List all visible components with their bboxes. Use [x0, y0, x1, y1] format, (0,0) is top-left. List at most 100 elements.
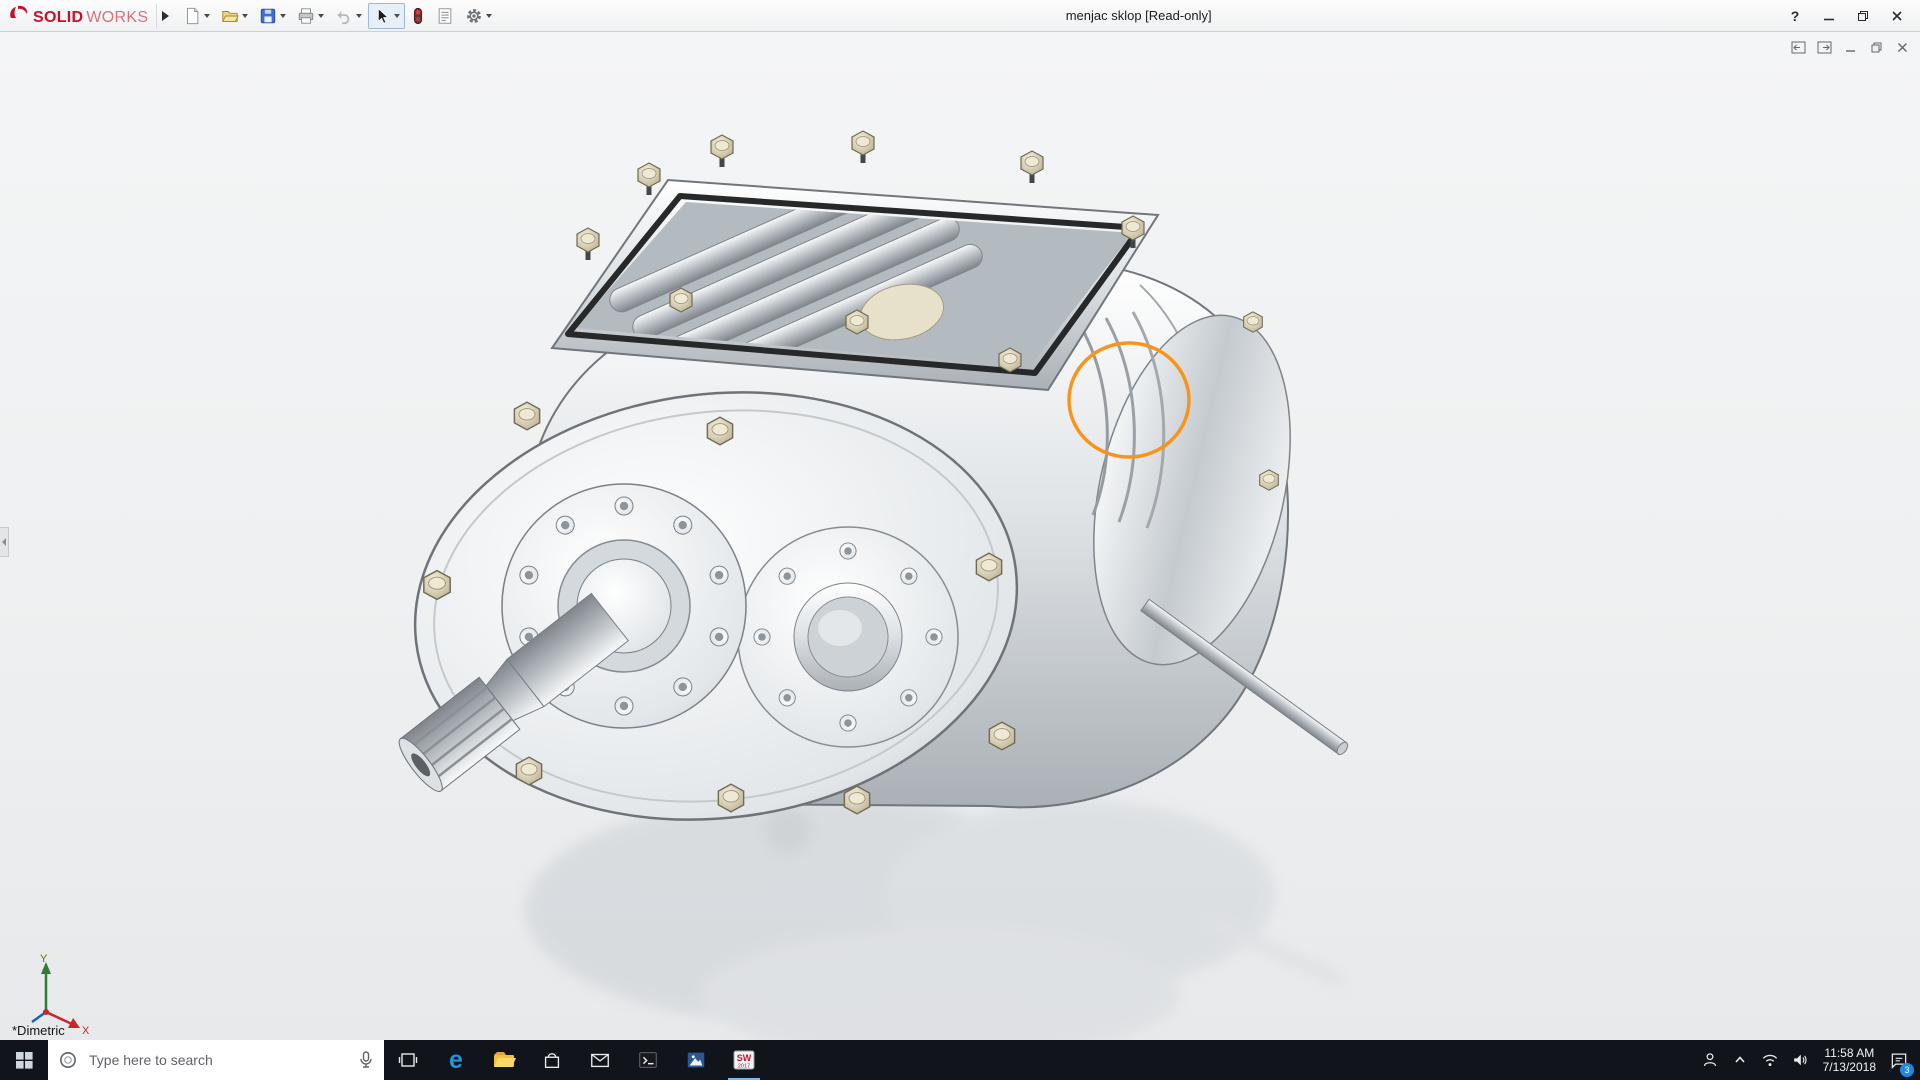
save-dropdown-caret[interactable]	[280, 13, 287, 18]
file-properties-button[interactable]	[431, 3, 459, 29]
taskbar-app-store[interactable]	[528, 1040, 576, 1080]
standard-toolbar	[178, 2, 497, 29]
minimize-button[interactable]	[1814, 4, 1844, 28]
restore-button[interactable]	[1848, 4, 1878, 28]
gearbox-3d-model	[398, 130, 1349, 1040]
select-button[interactable]	[368, 2, 406, 29]
rebuild-button[interactable]	[406, 3, 430, 29]
open-folder-icon	[222, 10, 240, 22]
doc-minimize-button[interactable]	[1840, 38, 1860, 56]
edge-icon: e	[449, 1045, 463, 1074]
print-icon	[299, 7, 314, 24]
save-floppy-icon	[261, 8, 276, 23]
undo-button[interactable]	[330, 3, 367, 29]
undo-dropdown-caret[interactable]	[356, 13, 363, 18]
solidworks-badge-text: SW	[737, 1053, 752, 1063]
print-dropdown-caret[interactable]	[318, 13, 325, 18]
command-prompt-icon	[639, 1052, 657, 1068]
close-button[interactable]	[1882, 4, 1912, 28]
doc-close-button[interactable]	[1892, 38, 1912, 56]
brand-text-light: WORKS	[86, 9, 149, 26]
open-document-button[interactable]	[216, 3, 253, 29]
doc-pane-left-icon	[1791, 41, 1805, 53]
triad-x-label: X	[82, 1025, 90, 1037]
flyout-arrow-icon	[162, 10, 170, 21]
taskbar-app-photos[interactable]	[672, 1040, 720, 1080]
options-button[interactable]	[460, 3, 497, 29]
cortana-icon	[60, 1052, 76, 1068]
panel-expand-arrow-icon	[2, 538, 6, 546]
taskbar-search-box[interactable]	[48, 1040, 384, 1080]
task-view-icon	[398, 1053, 418, 1067]
wifi-icon	[1762, 1054, 1777, 1066]
clock-date: 7/13/2018	[1822, 1060, 1876, 1074]
taskbar-app-file-explorer[interactable]	[480, 1040, 528, 1080]
toolbar-flyout-button[interactable]	[156, 3, 174, 28]
taskbar-app-edge[interactable]: e	[432, 1040, 480, 1080]
model-reflection	[525, 795, 1346, 1040]
notification-badge: 3	[1900, 1063, 1914, 1077]
document-title: menjac sklop [Read-only]	[1065, 8, 1212, 23]
taskbar-app-command-prompt[interactable]	[624, 1040, 672, 1080]
taskbar-app-mail[interactable]	[576, 1040, 624, 1080]
photos-icon	[687, 1052, 705, 1068]
people-button[interactable]	[1695, 1040, 1725, 1080]
speaker-icon	[1793, 1054, 1807, 1066]
doc-restore-icon	[1871, 42, 1881, 52]
print-button[interactable]	[292, 3, 329, 29]
secondary-bore	[737, 526, 959, 748]
tray-overflow-button[interactable]	[1725, 1040, 1755, 1080]
doc-minimize-icon	[1845, 49, 1855, 52]
graphics-area[interactable]: Y X *Dimetric	[0, 32, 1920, 1040]
doc-restore-button[interactable]	[1866, 38, 1886, 56]
file-properties-icon	[439, 7, 452, 24]
windows-taskbar: e SW	[0, 1040, 1920, 1080]
window-controls: ?	[1780, 4, 1920, 28]
dassault-systemes-logo-icon	[10, 5, 28, 18]
volume-button[interactable]	[1785, 1040, 1815, 1080]
new-document-icon	[187, 7, 199, 24]
options-dropdown-caret[interactable]	[486, 13, 493, 18]
chevron-up-icon	[1735, 1056, 1745, 1063]
task-view-button[interactable]	[384, 1040, 432, 1080]
triad-y-label: Y	[40, 953, 48, 965]
store-icon	[544, 1053, 560, 1069]
select-cursor-icon	[378, 7, 390, 24]
minimize-icon	[1824, 18, 1834, 20]
new-document-button[interactable]	[178, 3, 215, 29]
gear-icon	[467, 8, 482, 23]
featuremanager-collapsed-handle[interactable]	[0, 527, 9, 557]
start-button[interactable]	[0, 1040, 48, 1080]
restore-icon	[1858, 10, 1868, 21]
select-dropdown-caret[interactable]	[394, 13, 401, 18]
help-button[interactable]: ?	[1780, 4, 1810, 28]
view-orientation-label: *Dimetric	[12, 1023, 65, 1038]
rebuild-stoplight-icon	[414, 7, 423, 24]
windows-logo-icon	[15, 1051, 33, 1069]
people-icon	[1703, 1053, 1716, 1067]
doc-pane-right-icon	[1817, 41, 1831, 53]
titlebar: SOLID WORKS menjac sklop [Read-only] ?	[0, 0, 1920, 32]
microphone-icon[interactable]	[358, 1050, 374, 1070]
doc-pane-left-button[interactable]	[1788, 38, 1808, 56]
document-window-controls	[1788, 38, 1912, 56]
mail-icon	[591, 1053, 609, 1068]
search-input[interactable]	[87, 1051, 349, 1069]
doc-pane-right-button[interactable]	[1814, 38, 1834, 56]
system-tray: 11:58 AM 7/13/2018 3	[1695, 1040, 1920, 1080]
help-label: ?	[1790, 7, 1800, 24]
taskbar-app-solidworks[interactable]: SW 2017	[720, 1040, 768, 1080]
network-button[interactable]	[1755, 1040, 1785, 1080]
taskbar-clock[interactable]: 11:58 AM 7/13/2018	[1815, 1046, 1884, 1074]
action-center-button[interactable]: 3	[1884, 1040, 1914, 1080]
new-dropdown-caret[interactable]	[204, 13, 211, 18]
save-button[interactable]	[254, 3, 291, 29]
solidworks-app-icon: SW 2017	[733, 1050, 755, 1070]
doc-close-icon	[1897, 42, 1907, 52]
close-icon	[1892, 10, 1902, 21]
file-explorer-icon	[494, 1052, 516, 1067]
undo-icon	[338, 10, 350, 24]
brand-text-bold: SOLID	[33, 9, 84, 26]
open-dropdown-caret[interactable]	[242, 13, 249, 18]
solidworks-badge-year: 2017	[738, 1064, 750, 1070]
